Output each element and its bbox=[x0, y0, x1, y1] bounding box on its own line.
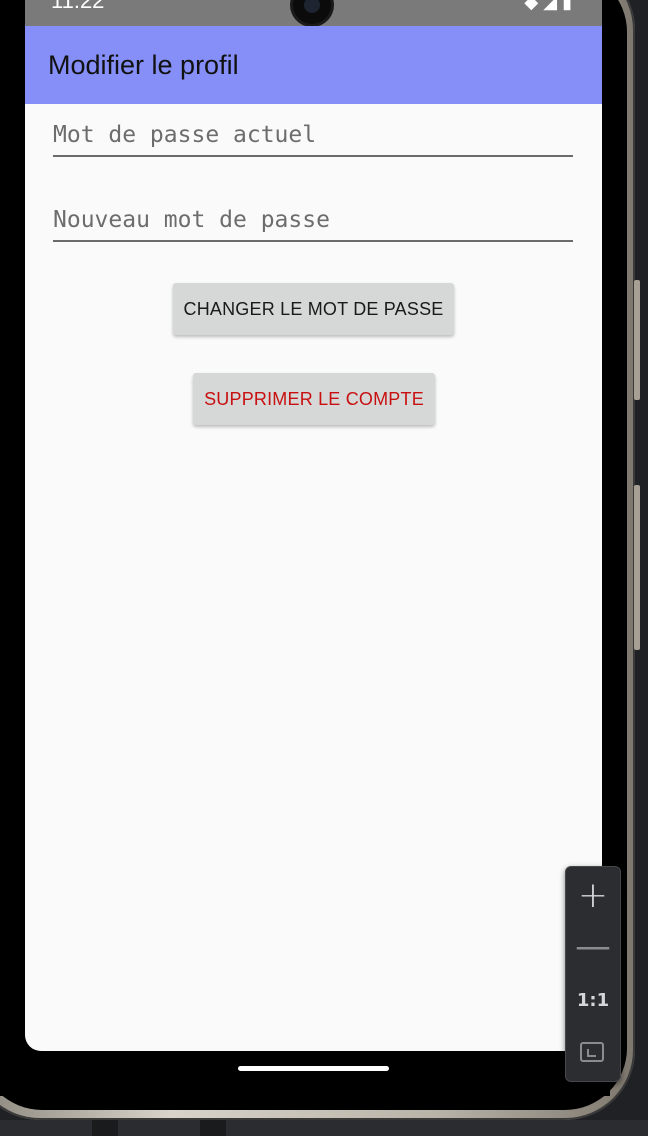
fit-screen-icon bbox=[580, 1042, 604, 1062]
status-time: 11:22 bbox=[51, 0, 105, 13]
change-password-button[interactable]: CHANGER LE MOT DE PASSE bbox=[173, 283, 454, 335]
device-screen: 11:22 ◆ ◢ ▮ Modifier le profil CHANGER L… bbox=[25, 0, 602, 1051]
navigation-bar bbox=[0, 1051, 610, 1096]
new-password-field[interactable] bbox=[53, 200, 573, 242]
page-title: Modifier le profil bbox=[48, 50, 239, 80]
actual-size-button[interactable]: 1:1 bbox=[566, 975, 620, 1027]
strip-segment bbox=[92, 1120, 118, 1136]
zoom-controls-panel: + — 1:1 bbox=[565, 866, 621, 1082]
volume-button[interactable] bbox=[634, 280, 640, 400]
strip-segment bbox=[200, 1120, 226, 1136]
power-button[interactable] bbox=[634, 485, 640, 650]
emulator-bottom-strip bbox=[0, 1120, 648, 1136]
app-bar: Modifier le profil bbox=[25, 26, 602, 104]
zoom-in-button[interactable]: + bbox=[566, 871, 620, 923]
zoom-out-button[interactable]: — bbox=[566, 923, 620, 975]
fit-screen-button[interactable] bbox=[566, 1027, 620, 1079]
status-icons: ◆ ◢ ▮ bbox=[524, 0, 572, 12]
delete-account-button[interactable]: SUPPRIMER LE COMPTE bbox=[193, 373, 435, 425]
home-gesture-handle[interactable] bbox=[238, 1066, 389, 1071]
current-password-field[interactable] bbox=[53, 115, 573, 157]
